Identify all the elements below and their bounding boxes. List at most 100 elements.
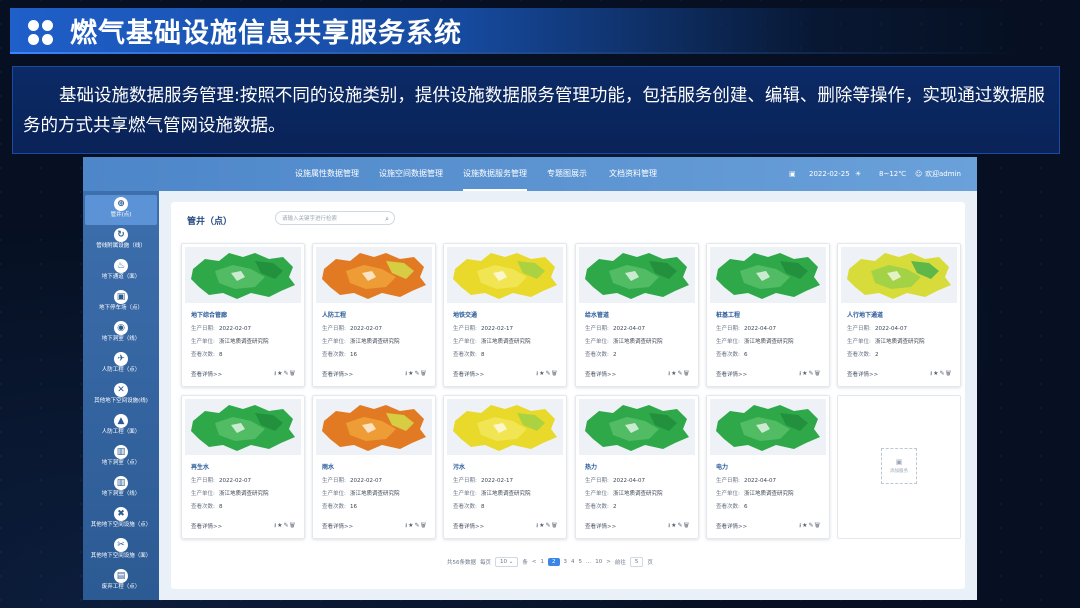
service-card[interactable]: 人防工程 生产日期: 2022-02-07 生产单位: 浙江地质调查研究院 查看次数: 16…: [312, 243, 436, 387]
search-icon[interactable]: ⌕: [385, 212, 389, 226]
card-actions: ⭳★✎🗑: [405, 369, 427, 379]
service-card[interactable]: 地铁交通 生产日期: 2022-02-17 生产单位: 浙江地质调查研究院 查看次数: 8 查…: [443, 243, 567, 387]
page-number[interactable]: 4: [571, 559, 575, 565]
monitor-icon[interactable]: ▣: [789, 157, 796, 191]
service-card[interactable]: 桩基工程 生产日期: 2022-04-07 生产单位: 浙江地质调查研究院 查看次数: 6 查…: [706, 243, 830, 387]
view-details-link[interactable]: 查看详情>>: [585, 370, 616, 378]
nav-item-thematic-map[interactable]: 专题图展示: [547, 157, 587, 191]
card-title: 人行地下通道: [847, 312, 884, 319]
nav-item-spatial-data[interactable]: 设施空间数据管理: [379, 157, 443, 191]
card-thumbnail[interactable]: [710, 247, 826, 303]
delete-icon[interactable]: 🗑: [552, 370, 558, 377]
card-thumbnail[interactable]: [447, 399, 563, 455]
goto-page-input[interactable]: 5: [629, 557, 644, 567]
sidebar-item[interactable]: ↻ 管线附属设施（线）: [85, 226, 157, 256]
service-card[interactable]: 热力 生产日期: 2022-04-07 生产单位: 浙江地质调查研究院 查看次数: 2 查看详…: [575, 395, 699, 539]
card-field-label: 生产日期:: [322, 326, 346, 332]
next-page-button[interactable]: >: [606, 559, 611, 565]
card-field-value: 2022-02-07: [350, 478, 382, 484]
add-service-card[interactable]: ▣ 添加服务: [837, 395, 961, 539]
add-service-button[interactable]: ▣ 添加服务: [881, 448, 917, 484]
sidebar-item[interactable]: ▤ 废弃工程（点）: [85, 567, 157, 597]
nav-item-documents[interactable]: 文档资料管理: [609, 157, 657, 191]
delete-icon[interactable]: 🗑: [946, 370, 952, 377]
card-field-value: 8: [219, 352, 223, 358]
delete-icon[interactable]: 🗑: [552, 522, 558, 529]
card-thumbnail[interactable]: [316, 247, 432, 303]
card-field-value: 8: [481, 352, 485, 358]
sidebar-item[interactable]: ✈ 人防工程（点）: [85, 350, 157, 380]
service-card[interactable]: 污水 生产日期: 2022-02-17 生产单位: 浙江地质调查研究院 查看次数: 8 查看详…: [443, 395, 567, 539]
nav-item-attribute-data[interactable]: 设施属性数据管理: [295, 157, 359, 191]
delete-icon[interactable]: 🗑: [815, 370, 821, 377]
service-card[interactable]: 雨水 生产日期: 2022-02-07 生产单位: 浙江地质调查研究院 查看次数: 16 查看…: [312, 395, 436, 539]
card-field-value: 16: [350, 504, 357, 510]
service-card[interactable]: 电力 生产日期: 2022-04-07 生产单位: 浙江地质调查研究院 查看次数: 6 查看详…: [706, 395, 830, 539]
view-details-link[interactable]: 查看详情>>: [453, 370, 484, 378]
view-details-link[interactable]: 查看详情>>: [191, 370, 222, 378]
page-number[interactable]: ...: [586, 559, 591, 565]
sidebar-item[interactable]: ✕ 其他地下空间设施(线): [85, 381, 157, 411]
view-details-link[interactable]: 查看详情>>: [716, 370, 747, 378]
card-field-value: 浙江地质调查研究院: [744, 491, 794, 497]
nav-item-data-service[interactable]: 设施数据服务管理: [463, 157, 527, 191]
page-number[interactable]: 10: [595, 559, 602, 565]
sidebar-item[interactable]: ✂ 其他地下空间设施（面）: [85, 536, 157, 566]
view-details-link[interactable]: 查看详情>>: [453, 522, 484, 530]
service-card[interactable]: 人行地下通道 生产日期: 2022-04-07 生产单位: 浙江地质调查研究院 查看次数:…: [837, 243, 961, 387]
search-input[interactable]: 请输入关键字进行检索 ⌕: [275, 211, 395, 225]
delete-icon[interactable]: 🗑: [684, 370, 690, 377]
card-field-value: 2022-04-07: [875, 326, 907, 332]
card-actions: ⭳★✎🗑: [536, 521, 558, 531]
view-details-link[interactable]: 查看详情>>: [322, 522, 353, 530]
card-field-unit: 生产单位: 浙江地质调查研究院: [716, 489, 794, 497]
sidebar-item[interactable]: ▲ 人防工程（面）: [85, 412, 157, 442]
user-greeting[interactable]: 欢迎admin: [925, 157, 961, 191]
sidebar-item-label: 管井(点): [110, 212, 132, 218]
prev-page-button[interactable]: <: [532, 559, 537, 565]
page-size-select[interactable]: 10 ⌄: [495, 557, 519, 567]
view-details-link[interactable]: 查看详情>>: [191, 522, 222, 530]
delete-icon[interactable]: 🗑: [290, 522, 296, 529]
service-card[interactable]: 再生水 生产日期: 2022-02-07 生产单位: 浙江地质调查研究院 查看次数: 8 查看…: [181, 395, 305, 539]
user-icon[interactable]: ☺: [915, 157, 922, 191]
delete-icon[interactable]: 🗑: [815, 522, 821, 529]
sidebar-item-label: 人防工程（点）: [101, 367, 141, 373]
service-card[interactable]: 给水管道 生产日期: 2022-04-07 生产单位: 浙江地质调查研究院 查看次数: 2 查…: [575, 243, 699, 387]
page-number[interactable]: 1: [541, 559, 545, 565]
view-details-link[interactable]: 查看详情>>: [585, 522, 616, 530]
view-details-link[interactable]: 查看详情>>: [716, 522, 747, 530]
view-details-link[interactable]: 查看详情>>: [322, 370, 353, 378]
app-screenshot: 设施属性数据管理 设施空间数据管理 设施数据服务管理 专题图展示 文档资料管理 …: [83, 157, 977, 600]
sidebar-item[interactable]: ✖ 其他地下空间设施（点）: [85, 505, 157, 535]
card-field-label: 查看次数:: [847, 352, 871, 358]
sidebar-item[interactable]: ♨ 地下通道（面）: [85, 257, 157, 287]
delete-icon[interactable]: 🗑: [421, 522, 427, 529]
view-details-link[interactable]: 查看详情>>: [847, 370, 878, 378]
delete-icon[interactable]: 🗑: [290, 370, 296, 377]
service-card[interactable]: 地下综合管廊 生产日期: 2022-02-07 生产单位: 浙江地质调查研究院 查看次数:…: [181, 243, 305, 387]
sidebar-item[interactable]: ▥ 地下洞室（线）: [85, 474, 157, 504]
card-thumbnail[interactable]: [447, 247, 563, 303]
card-thumbnail[interactable]: [579, 247, 695, 303]
page-number[interactable]: 3: [564, 559, 568, 565]
card-field-label: 查看次数:: [191, 504, 215, 510]
sidebar-item[interactable]: ◉ 地下洞室（线）: [85, 319, 157, 349]
card-thumbnail[interactable]: [841, 247, 957, 303]
province-map-thumbnail: [847, 253, 951, 299]
card-thumbnail[interactable]: [185, 399, 301, 455]
delete-icon[interactable]: 🗑: [684, 522, 690, 529]
page-number[interactable]: 2: [548, 558, 560, 566]
page-number[interactable]: 5: [579, 559, 583, 565]
sidebar-item-label: 管线附属设施（线）: [96, 243, 146, 249]
card-thumbnail[interactable]: [316, 399, 432, 455]
card-thumbnail[interactable]: [579, 399, 695, 455]
province-map-thumbnail: [453, 405, 557, 451]
card-thumbnail[interactable]: [185, 247, 301, 303]
sidebar-item[interactable]: ▣ 地下停车场（点）: [85, 288, 157, 318]
card-thumbnail[interactable]: [710, 399, 826, 455]
sidebar-item[interactable]: ▥ 地下洞室（点）: [85, 443, 157, 473]
delete-icon[interactable]: 🗑: [421, 370, 427, 377]
sidebar-item[interactable]: ⊕ 管井(点): [85, 195, 157, 225]
card-field-value: 2022-04-07: [613, 478, 645, 484]
